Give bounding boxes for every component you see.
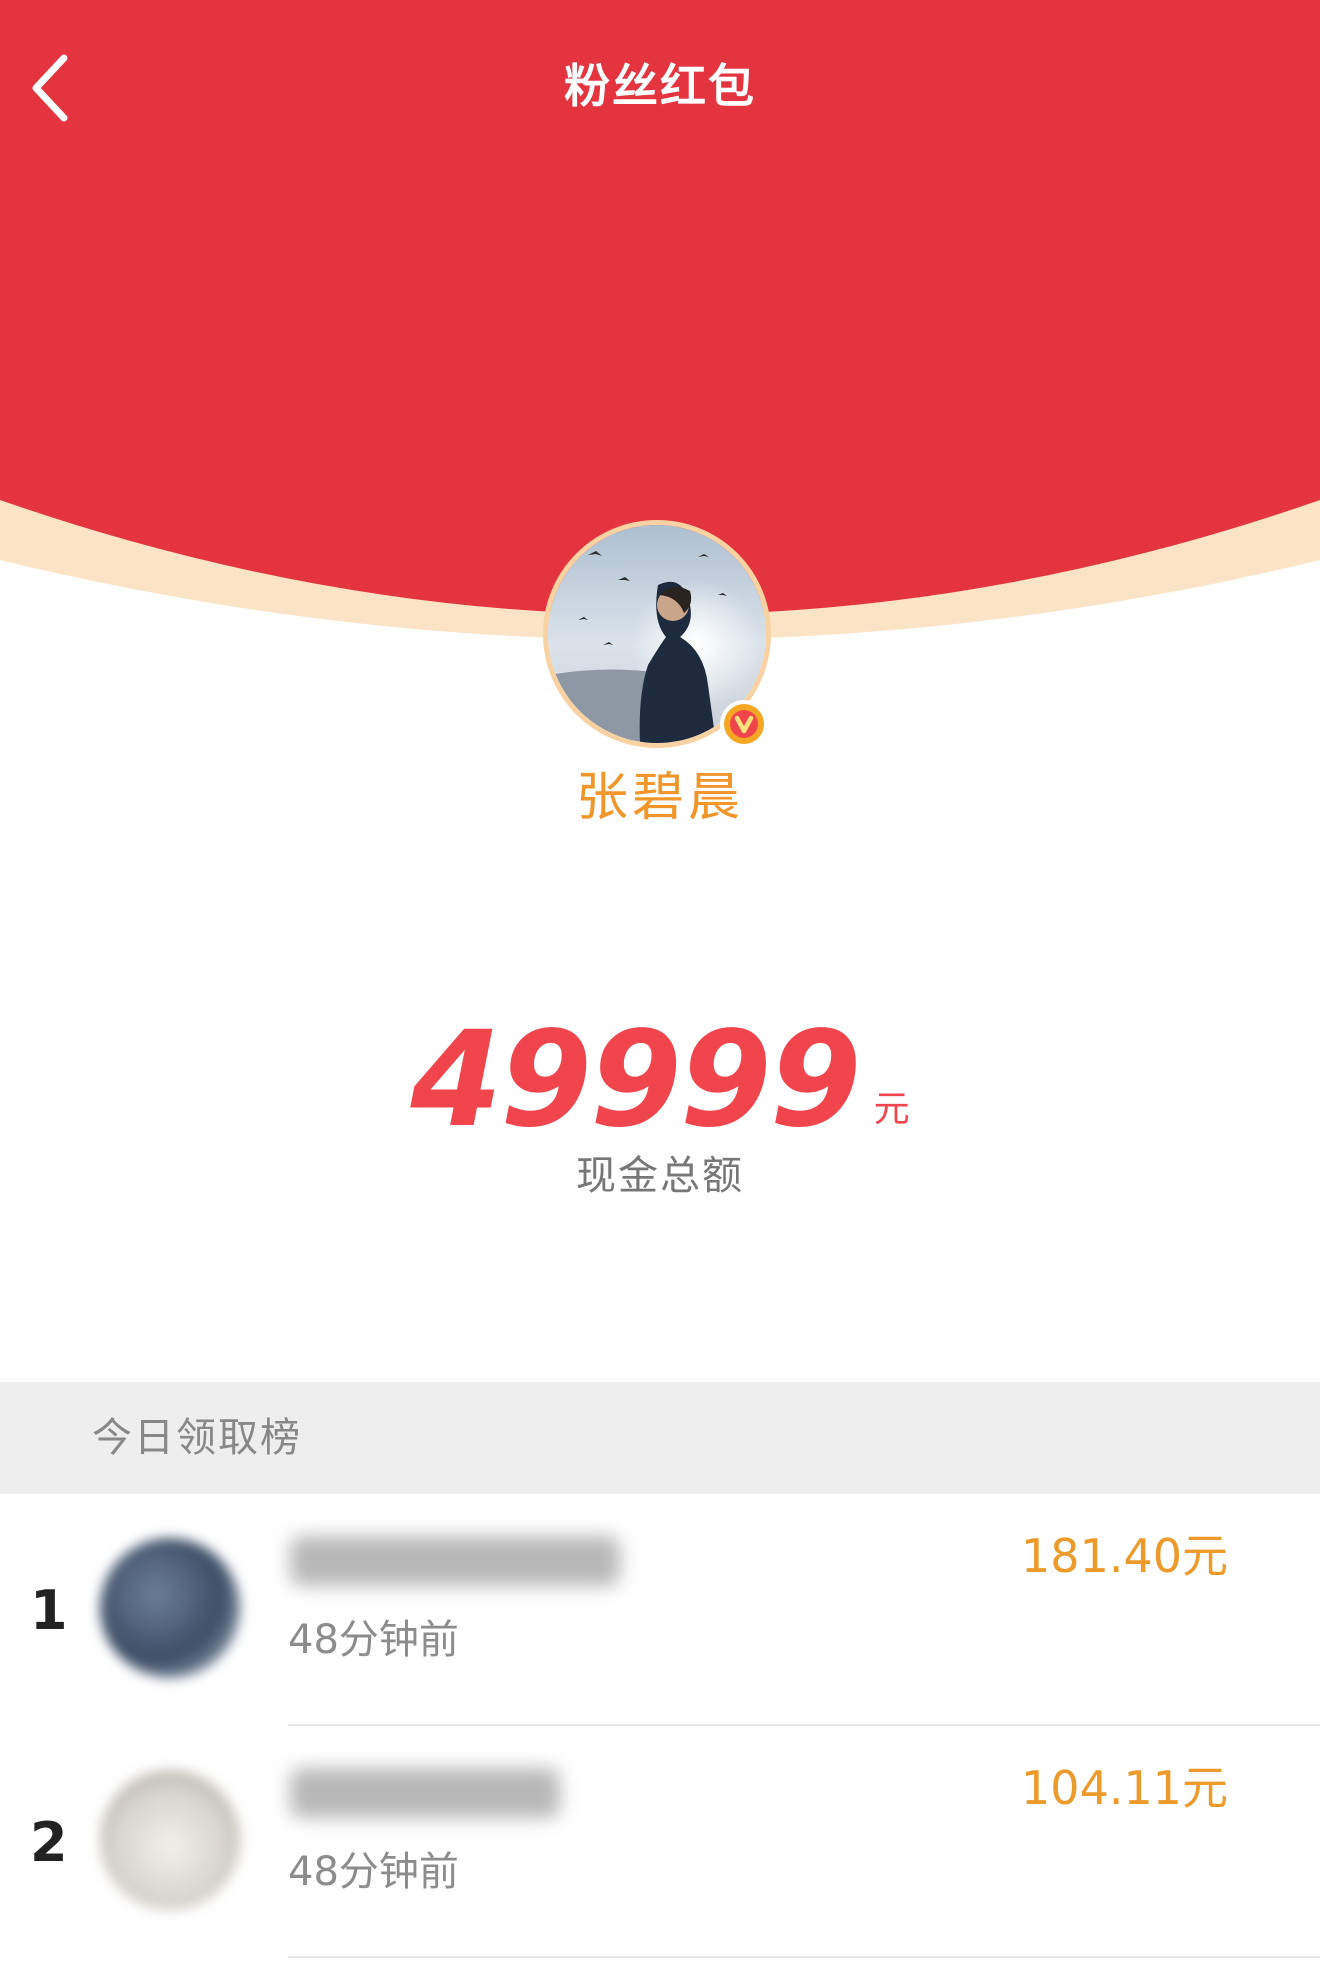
ranking-row[interactable]: 1 48分钟前 181.40元 xyxy=(0,1494,1320,1726)
rank-number: 2 xyxy=(30,1811,68,1874)
amount-unit: 元 xyxy=(873,1089,910,1130)
claim-amount: 181.40元 xyxy=(1021,1529,1228,1583)
user-name-blurred xyxy=(290,1536,620,1586)
claim-time: 48分钟前 xyxy=(288,1617,459,1663)
verified-v-icon xyxy=(718,698,770,750)
claim-amount: 104.11元 xyxy=(1021,1761,1228,1815)
ranking-header: 今日领取榜 xyxy=(0,1382,1320,1494)
user-name-blurred xyxy=(290,1768,560,1818)
ranking-row[interactable]: 2 48分钟前 104.11元 xyxy=(0,1726,1320,1958)
amount-label: 现金总额 xyxy=(576,1153,744,1199)
row-divider xyxy=(288,1956,1320,1958)
avatar[interactable] xyxy=(100,1538,240,1678)
owner-name[interactable]: 张碧晨 xyxy=(0,760,1320,836)
amount-value: 49999 xyxy=(410,1003,861,1157)
claim-time: 48分钟前 xyxy=(288,1849,459,1895)
page-title: 粉丝红包 xyxy=(564,59,756,113)
rank-number: 1 xyxy=(30,1579,68,1642)
ranking-title: 今日领取榜 xyxy=(92,1415,302,1461)
avatar[interactable] xyxy=(100,1770,240,1910)
